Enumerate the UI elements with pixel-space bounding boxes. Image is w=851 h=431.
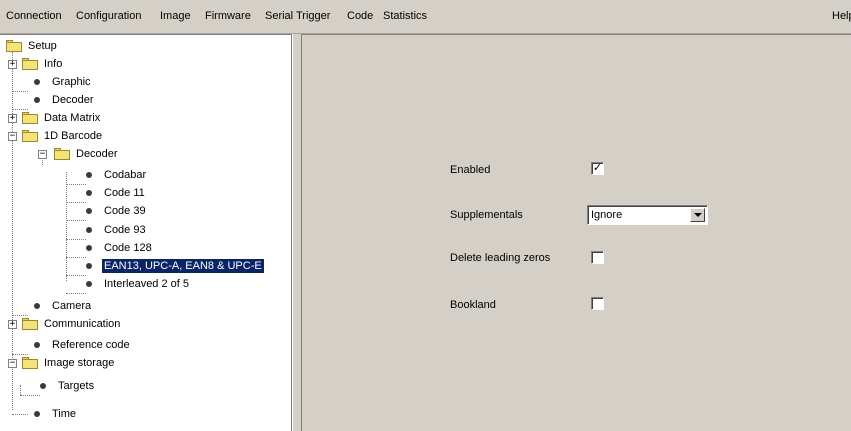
menu-code[interactable]: Code — [347, 10, 373, 22]
menu-statistics[interactable]: Statistics — [383, 10, 427, 22]
menu-help[interactable]: Help — [832, 10, 851, 22]
leaf-bullet-icon — [86, 281, 92, 287]
tree-label: Decoder — [76, 148, 118, 160]
tree-node-data-matrix[interactable]: Data Matrix — [22, 109, 102, 127]
split-divider[interactable] — [292, 34, 302, 431]
chevron-down-icon[interactable] — [690, 208, 705, 222]
tree-label: Code 93 — [104, 224, 146, 236]
tree-label: Codabar — [104, 169, 147, 181]
tree-label: Time — [52, 408, 77, 420]
tree-node-communication[interactable]: Communication — [22, 315, 122, 333]
tree-node-reference-code[interactable]: Reference code — [34, 336, 132, 354]
collapse-1d-barcode-icon[interactable]: − — [8, 132, 17, 141]
folder-open-icon — [54, 148, 70, 160]
setup-tree: Setup + Info Graphic Decoder + Data Matr… — [0, 34, 292, 431]
tree-node-ean-upc[interactable]: EAN13, UPC-A, EAN8 & UPC-E — [86, 257, 265, 275]
tree-node-camera[interactable]: Camera — [34, 297, 93, 315]
supplementals-select[interactable]: Ignore — [587, 205, 708, 225]
tree-label: Communication — [44, 318, 121, 330]
tree-node-barcode-decoder[interactable]: Decoder — [54, 145, 120, 163]
leaf-bullet-icon — [34, 342, 40, 348]
menu-bar: Connection Configuration Image Firmware … — [0, 0, 851, 34]
folder-icon — [6, 40, 22, 52]
enabled-label: Enabled — [450, 164, 491, 176]
collapse-image-storage-icon[interactable]: − — [8, 359, 17, 368]
tree-label: Code 39 — [104, 205, 146, 217]
tree-node-graphic[interactable]: Graphic — [34, 73, 93, 91]
tree-node-setup[interactable]: Setup — [6, 37, 59, 55]
tree-label: Decoder — [52, 94, 94, 106]
delete-leading-zeros-checkbox[interactable] — [591, 251, 604, 264]
leaf-bullet-icon — [86, 263, 92, 269]
tree-node-code-93[interactable]: Code 93 — [86, 221, 148, 239]
folder-icon — [22, 58, 38, 70]
leaf-bullet-icon — [34, 411, 40, 417]
expand-info-icon[interactable]: + — [8, 60, 17, 69]
tree-label: Code 11 — [104, 187, 145, 199]
bookland-checkbox[interactable] — [591, 297, 604, 310]
tree-node-code-11[interactable]: Code 11 — [86, 184, 147, 202]
tree-node-image-storage[interactable]: Image storage — [22, 354, 116, 372]
tree-label: Reference code — [52, 339, 130, 351]
tree-node-code-39[interactable]: Code 39 — [86, 202, 148, 220]
leaf-bullet-icon — [40, 383, 46, 389]
expand-data-matrix-icon[interactable]: + — [8, 114, 17, 123]
menu-firmware[interactable]: Firmware — [205, 10, 251, 22]
tree-node-time[interactable]: Time — [34, 405, 78, 423]
tree-label: Interleaved 2 of 5 — [104, 278, 190, 290]
leaf-bullet-icon — [34, 79, 40, 85]
tree-label: Info — [44, 58, 63, 70]
collapse-barcode-decoder-icon[interactable]: − — [38, 150, 47, 159]
tree-label: Camera — [52, 300, 92, 312]
leaf-bullet-icon — [86, 190, 92, 196]
leaf-bullet-icon — [34, 97, 40, 103]
tree-node-interleaved[interactable]: Interleaved 2 of 5 — [86, 275, 191, 293]
delete-leading-zeros-label: Delete leading zeros — [450, 252, 551, 264]
tree-label: Targets — [58, 380, 95, 392]
folder-icon — [22, 318, 38, 330]
tree-node-codabar[interactable]: Codabar — [86, 166, 148, 184]
folder-open-icon — [22, 357, 38, 369]
tree-node-1d-barcode[interactable]: 1D Barcode — [22, 127, 104, 145]
folder-open-icon — [22, 130, 38, 142]
tree-label: Code 128 — [104, 242, 152, 254]
leaf-bullet-icon — [86, 208, 92, 214]
tree-node-info[interactable]: Info — [22, 55, 64, 73]
tree-node-decoder[interactable]: Decoder — [34, 91, 96, 109]
tree-label: Graphic — [52, 76, 91, 88]
menu-serial-trigger[interactable]: Serial Trigger — [265, 10, 330, 22]
tree-label: Data Matrix — [44, 112, 101, 124]
tree-label-selected: EAN13, UPC-A, EAN8 & UPC-E — [101, 258, 265, 274]
folder-icon — [22, 112, 38, 124]
menu-connection[interactable]: Connection — [6, 10, 62, 22]
menu-image[interactable]: Image — [160, 10, 191, 22]
leaf-bullet-icon — [86, 245, 92, 251]
expand-communication-icon[interactable]: + — [8, 320, 17, 329]
menu-configuration[interactable]: Configuration — [76, 10, 141, 22]
leaf-bullet-icon — [86, 172, 92, 178]
tree-label: Setup — [28, 40, 57, 52]
tree-node-targets[interactable]: Targets — [40, 377, 96, 395]
bookland-label: Bookland — [450, 299, 496, 311]
settings-panel: Enabled ✓ Supplementals Ignore Delete le… — [302, 34, 851, 431]
leaf-bullet-icon — [34, 303, 40, 309]
tree-node-code-128[interactable]: Code 128 — [86, 239, 154, 257]
enabled-checkbox[interactable]: ✓ — [591, 162, 604, 175]
tree-label: Image storage — [44, 357, 115, 369]
supplementals-label: Supplementals — [450, 209, 523, 221]
supplementals-value: Ignore — [591, 209, 623, 221]
tree-label: 1D Barcode — [44, 130, 103, 142]
leaf-bullet-icon — [86, 227, 92, 233]
